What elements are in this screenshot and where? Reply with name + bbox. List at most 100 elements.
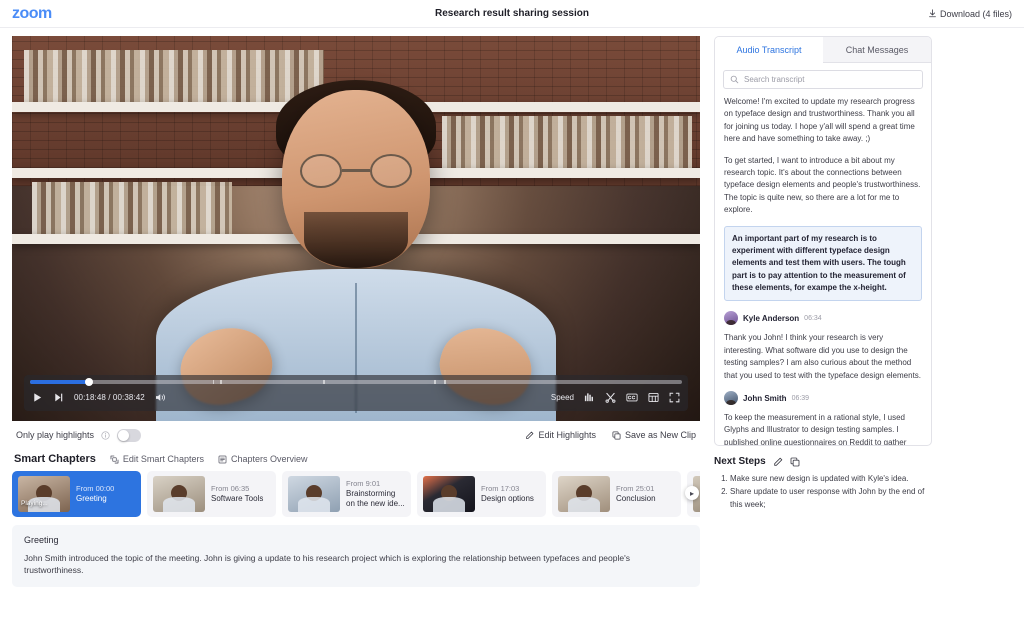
speaker-beard xyxy=(304,212,408,268)
edit-highlights-label: Edit Highlights xyxy=(538,430,596,440)
next-steps-title: Next Steps xyxy=(714,456,766,467)
cc-icon[interactable] xyxy=(626,392,638,403)
chapters-overview-button[interactable]: Chapters Overview xyxy=(218,454,308,464)
chapter-timestamp: From 00:00 xyxy=(76,484,115,494)
copy-icon xyxy=(612,431,621,440)
chapters-next-arrow-icon[interactable]: ▸ xyxy=(685,486,699,500)
zoom-logo: zoom xyxy=(12,4,52,22)
video-player[interactable]: 00:18:48 / 00:38:42 Speed xyxy=(12,36,700,421)
edit-smart-chapters-label: Edit Smart Chapters xyxy=(122,454,204,464)
smart-chapters-header: Smart Chapters Edit Smart Chapters Chapt… xyxy=(12,449,700,471)
only-play-highlights-label: Only play highlights xyxy=(16,430,95,440)
page-title: Research result sharing session xyxy=(435,8,589,19)
speaker-name: John Smith xyxy=(743,393,787,403)
progress-row xyxy=(24,375,688,386)
speaker-timestamp[interactable]: 06:39 xyxy=(792,395,810,402)
copy-icon[interactable] xyxy=(790,457,800,467)
next-steps-header: Next Steps xyxy=(714,456,932,467)
transcript-speaker: John Smith 06:39 xyxy=(724,391,922,406)
audio-levels-icon[interactable] xyxy=(584,392,595,403)
skip-next-icon[interactable] xyxy=(53,392,64,403)
summary-title: Greeting xyxy=(24,535,59,545)
pencil-icon[interactable] xyxy=(773,457,783,467)
speaker-timestamp[interactable]: 06:34 xyxy=(804,315,822,322)
chapter-timestamp: From 17:03 xyxy=(481,484,520,494)
edit-highlights-button[interactable]: Edit Highlights xyxy=(525,430,596,440)
transcript-body[interactable]: Welcome! I'm excited to update my resear… xyxy=(715,94,931,445)
right-column: Audio Transcript Chat Messages Welcome! … xyxy=(714,36,932,617)
search-input[interactable] xyxy=(744,75,916,84)
transcript-tabs: Audio Transcript Chat Messages xyxy=(715,37,931,63)
transcript-paragraph: Welcome! I'm excited to update my resear… xyxy=(724,97,915,144)
page-body: 00:18:48 / 00:38:42 Speed Only play high… xyxy=(0,28,1024,617)
chapter-thumbnail xyxy=(153,476,205,512)
chapter-name: Conclusion xyxy=(616,493,656,503)
summary-body: John Smith introduced the topic of the m… xyxy=(24,553,630,576)
transcript-paragraph: Thank you John! I think your research is… xyxy=(724,333,922,380)
tab-audio-transcript[interactable]: Audio Transcript xyxy=(715,37,823,63)
info-icon[interactable] xyxy=(101,430,110,440)
control-row: 00:18:48 / 00:38:42 Speed xyxy=(24,384,688,411)
chapter-thumbnail xyxy=(288,476,340,512)
chapter-item[interactable]: Playing... From 00:00 Greeting xyxy=(12,471,141,517)
chapter-thumbnail xyxy=(423,476,475,512)
fullscreen-icon[interactable] xyxy=(669,392,680,403)
chapter-summary-card: Greeting John Smith introduced the topic… xyxy=(12,525,700,587)
tab-chat-messages[interactable]: Chat Messages xyxy=(823,37,931,63)
chapters-overview-label: Chapters Overview xyxy=(230,454,308,464)
edit-chapters-icon xyxy=(110,455,119,464)
smart-chapters-title: Smart Chapters xyxy=(14,453,96,465)
search-box[interactable] xyxy=(723,70,923,89)
chapters-list[interactable]: Playing... From 00:00 Greeting From 06:35 So… xyxy=(12,471,700,517)
download-label: Download (4 files) xyxy=(939,8,1012,19)
speed-button[interactable]: Speed xyxy=(551,393,574,402)
time-display: 00:18:48 / 00:38:42 xyxy=(74,393,145,402)
transcript-paragraph: To get started, I want to introduce a bi… xyxy=(724,155,921,215)
list-overview-icon xyxy=(218,455,227,464)
chapter-name: Software Tools xyxy=(211,493,264,503)
chapter-timestamp: From 9:01 xyxy=(346,479,381,489)
edit-smart-chapters-button[interactable]: Edit Smart Chapters xyxy=(110,454,204,464)
chapter-item[interactable]: From 17:03 Design options xyxy=(417,471,546,517)
speaker-glasses xyxy=(300,154,412,188)
player-controls: 00:18:48 / 00:38:42 Speed xyxy=(24,375,688,411)
scissors-icon[interactable] xyxy=(605,392,616,403)
transcript-highlight[interactable]: An important part of my research is to e… xyxy=(724,225,922,302)
next-steps-panel: Next Steps Make sure new design is updat… xyxy=(714,456,932,512)
chapter-timestamp: From 06:35 xyxy=(211,484,250,494)
chapter-thumbnail: Playing... xyxy=(18,476,70,512)
volume-icon[interactable] xyxy=(155,392,167,403)
download-icon xyxy=(928,9,937,18)
transcript-panel: Audio Transcript Chat Messages Welcome! … xyxy=(714,36,932,446)
bookshelf-books-top xyxy=(24,50,324,102)
progress-bar[interactable] xyxy=(30,378,682,386)
download-button[interactable]: Download (4 files) xyxy=(928,9,1012,19)
pencil-icon xyxy=(525,431,534,440)
next-step-item: Make sure new design is updated with Kyl… xyxy=(730,473,932,485)
speaker-name: Kyle Anderson xyxy=(743,313,800,323)
avatar xyxy=(724,391,738,406)
bookshelf-books-mid xyxy=(442,116,692,168)
top-bar: zoom Research result sharing session Dow… xyxy=(0,0,1024,28)
next-step-item: Share update to user response with John … xyxy=(730,486,932,511)
search-wrapper xyxy=(715,63,931,94)
only-play-highlights-toggle[interactable] xyxy=(117,428,142,442)
playing-indicator: Playing... xyxy=(21,500,48,507)
save-as-new-clip-button[interactable]: Save as New Clip xyxy=(612,430,696,440)
chapter-thumbnail xyxy=(558,476,610,512)
search-icon xyxy=(730,75,739,84)
left-column: 00:18:48 / 00:38:42 Speed Only play high… xyxy=(12,36,700,617)
transcript-paragraph: To keep the measurement in a rational st… xyxy=(724,413,907,445)
transcript-speaker: Kyle Anderson 06:34 xyxy=(724,311,922,326)
chapter-item[interactable]: From 9:01 Brainstorming on the new ide... xyxy=(282,471,411,517)
chapter-item[interactable]: From 25:01 Conclusion xyxy=(552,471,681,517)
chapter-item[interactable]: From 06:35 Software Tools xyxy=(147,471,276,517)
layout-grid-icon[interactable] xyxy=(648,392,659,403)
save-as-new-clip-label: Save as New Clip xyxy=(624,430,696,440)
next-steps-list: Make sure new design is updated with Kyl… xyxy=(714,473,932,511)
chapter-name: Greeting xyxy=(76,493,107,503)
avatar xyxy=(724,311,738,326)
progress-handle[interactable] xyxy=(84,378,93,386)
chapter-name: Design options xyxy=(481,493,534,503)
play-icon[interactable] xyxy=(32,392,43,403)
